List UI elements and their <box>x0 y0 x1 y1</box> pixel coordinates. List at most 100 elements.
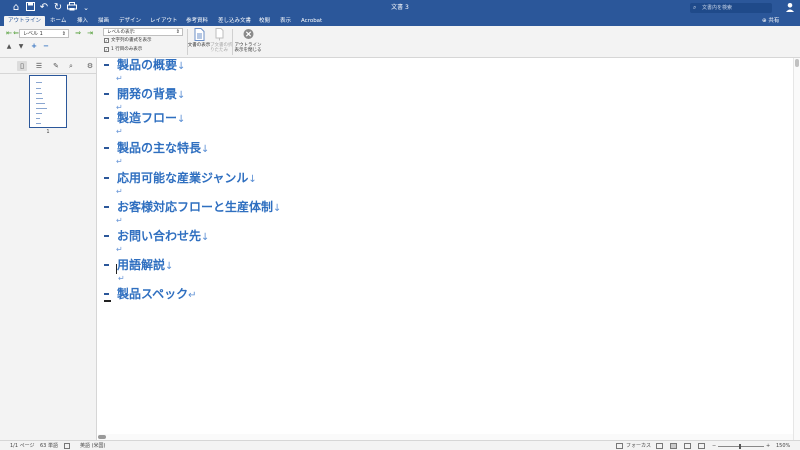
thumbnails-icon[interactable]: ▯ <box>17 61 27 71</box>
share-label: 共有 <box>768 18 780 24</box>
tab-insert[interactable]: 挿入 <box>73 16 92 26</box>
paragraph-mark: ↵ <box>116 216 123 225</box>
tab-acrobat[interactable]: Acrobat <box>297 16 326 26</box>
document-canvas[interactable] <box>98 58 793 440</box>
line-break-mark: ↓ <box>177 114 186 125</box>
show-formatting-checkbox[interactable]: ✓ 文字列の書式を表示 <box>104 37 152 44</box>
document-title: 文書 3 <box>391 4 409 11</box>
tab-layout[interactable]: レイアウト <box>146 16 182 26</box>
paragraph-mark: ↵ <box>116 157 123 166</box>
tab-view[interactable]: 表示 <box>276 16 295 26</box>
collapse-subdocuments-button[interactable]: サブ文書の折りたたみ <box>205 28 233 53</box>
page-info[interactable]: 1/1 ページ <box>10 441 35 450</box>
heading-text: 用語解説 <box>117 258 166 272</box>
end-of-document-mark <box>104 300 111 302</box>
word-count[interactable]: 63 単語 <box>40 441 58 450</box>
outline-view-icon[interactable] <box>698 443 705 449</box>
show-level-label: レベルの表示: <box>107 30 136 35</box>
show-first-line-checkbox[interactable]: ✓ 1 行目のみ表示 <box>104 46 142 53</box>
thumbnail-page-number: 1 <box>46 129 50 135</box>
zoom-out-icon[interactable]: − <box>712 441 716 450</box>
line-break-mark: ↓ <box>201 232 210 243</box>
thumbnail-line <box>36 118 40 119</box>
outline-level-select[interactable]: レベル 1 ⇕ <box>19 29 69 38</box>
paragraph-mark: ↵ <box>116 187 123 196</box>
collapse-icon[interactable]: − <box>42 42 50 50</box>
heading-collapse-bullet[interactable] <box>104 206 109 208</box>
focus-button[interactable]: フォーカス <box>626 441 651 450</box>
heading-collapse-bullet[interactable] <box>104 293 109 295</box>
tab-mailings[interactable]: 差し込み文書 <box>214 16 255 26</box>
paragraph-mark: ↵ <box>118 274 125 283</box>
zoom-level[interactable]: 150% <box>776 441 790 450</box>
share-button[interactable]: ⊕ 共有 <box>762 16 779 26</box>
account-icon[interactable] <box>784 2 796 14</box>
thumbnail-line <box>36 82 42 83</box>
vertical-scrollbar[interactable] <box>793 58 800 440</box>
heading-collapse-bullet[interactable] <box>104 177 109 179</box>
show-level-select[interactable]: レベルの表示: ⇕ <box>103 28 183 36</box>
line-break-mark: ↓ <box>177 61 186 72</box>
line-break-mark: ↓ <box>201 144 210 155</box>
zoom-in-icon[interactable]: + <box>766 441 770 450</box>
nav-divider <box>0 73 97 74</box>
demote-to-body-icon[interactable]: ⇥ <box>86 29 94 37</box>
settings-icon[interactable]: ⚙ <box>85 61 95 71</box>
tab-home[interactable]: ホーム <box>46 16 70 26</box>
close-icon <box>243 29 253 39</box>
thumbnail-line <box>36 103 45 104</box>
document-icon <box>194 28 204 41</box>
tab-outline[interactable]: アウトライン <box>4 16 46 26</box>
tab-references[interactable]: 参考資料 <box>182 16 212 26</box>
web-layout-icon[interactable] <box>684 443 691 449</box>
chevron-updown-icon: ⇕ <box>61 31 66 37</box>
search-placeholder: 文書内を検索 <box>702 5 733 11</box>
move-up-icon[interactable]: ▲ <box>5 43 13 51</box>
proofing-icon[interactable] <box>64 443 70 449</box>
close-outline-button[interactable]: アウトライン表示を閉じる <box>234 28 262 53</box>
heading-collapse-bullet[interactable] <box>104 117 109 119</box>
heading-text: 製造フロー <box>117 111 178 125</box>
tab-review[interactable]: 校閲 <box>255 16 274 26</box>
outline-level-value: レベル 1 <box>23 31 43 37</box>
outline-ribbon: ⇤ ⇐ レベル 1 ⇕ ⇒ ⇥ ▲ ▼ + − レベルの表示: ⇕ ✓ 文字列の書… <box>0 26 800 58</box>
ribbon-divider <box>232 29 233 55</box>
horizontal-scroll-thumb[interactable] <box>98 435 106 439</box>
thumbnail-line <box>36 108 47 109</box>
heading-collapse-bullet[interactable] <box>104 93 109 95</box>
edit-document-icon[interactable]: ✎ <box>51 61 61 71</box>
heading-text: 開発の背景 <box>117 87 178 101</box>
print-layout-icon[interactable] <box>670 443 677 449</box>
vertical-scroll-thumb[interactable] <box>795 59 799 67</box>
heading-text: お問い合わせ先 <box>117 229 202 243</box>
checkbox-checked-icon: ✓ <box>104 38 109 43</box>
paragraph-mark: ↵ <box>116 127 123 136</box>
expand-icon[interactable]: + <box>30 42 38 50</box>
heading-collapse-bullet[interactable] <box>104 235 109 237</box>
tab-draw[interactable]: 描画 <box>94 16 113 26</box>
list-icon[interactable]: ☰ <box>34 61 44 71</box>
thumbnail-line <box>36 93 42 94</box>
heading-text: 製品の概要 <box>117 58 178 72</box>
thumbnail-line <box>36 113 42 114</box>
thumbnail-line <box>36 98 43 99</box>
move-down-icon[interactable]: ▼ <box>17 43 25 51</box>
search-input[interactable]: ⌕ 文書内を検索 <box>690 3 772 13</box>
heading-collapse-bullet[interactable] <box>104 147 109 149</box>
zoom-slider[interactable] <box>718 446 764 447</box>
search-icon[interactable]: ⌕ <box>66 61 76 71</box>
focus-icon[interactable] <box>616 443 623 449</box>
heading-collapse-bullet[interactable] <box>104 64 109 66</box>
heading-collapse-bullet[interactable] <box>104 264 109 266</box>
ribbon-tabs: アウトライン ホーム 挿入 描画 デザイン レイアウト 参考資料 差し込み文書 … <box>0 16 800 26</box>
paragraph-mark: ↵ <box>188 290 197 301</box>
page-thumbnail[interactable] <box>29 75 67 128</box>
language[interactable]: 英語 (米国) <box>80 441 106 450</box>
zoom-slider-handle[interactable] <box>739 444 741 449</box>
paragraph-mark: ↵ <box>116 245 123 254</box>
line-break-mark: ↓ <box>248 174 257 185</box>
show-first-line-label: 1 行目のみ表示 <box>111 47 143 52</box>
tab-design[interactable]: デザイン <box>115 16 145 26</box>
demote-icon[interactable]: ⇒ <box>74 29 82 37</box>
read-mode-icon[interactable] <box>656 443 663 449</box>
